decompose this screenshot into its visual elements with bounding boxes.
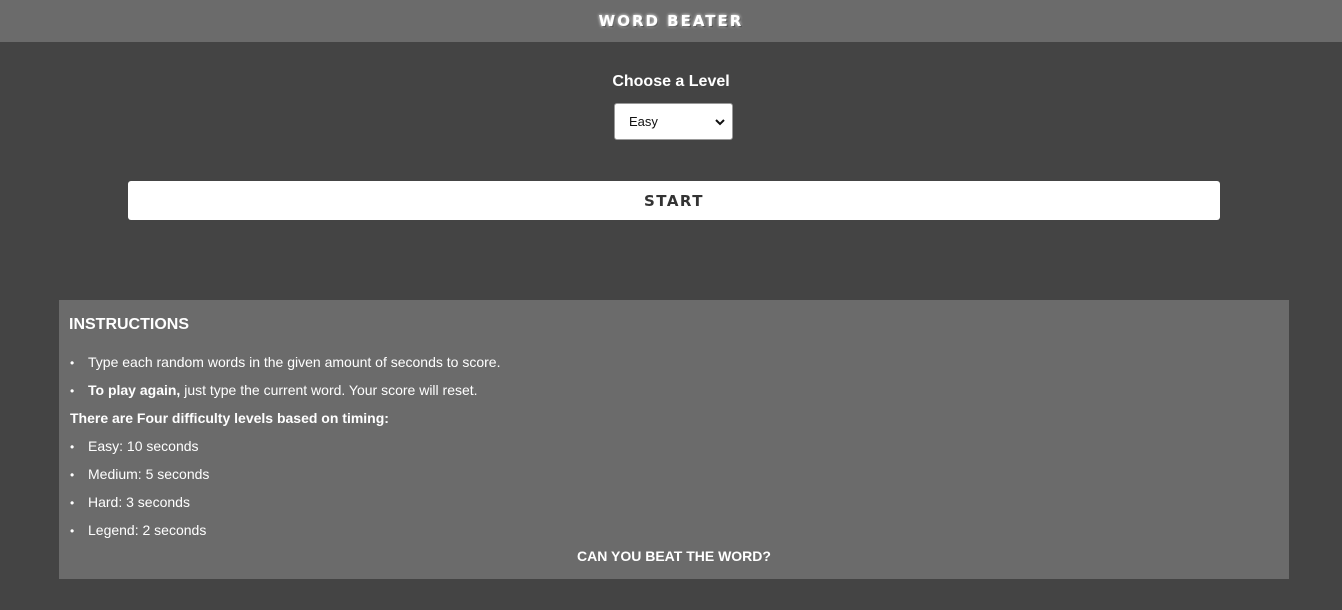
header-bar: WORD BEATER [0, 0, 1342, 42]
bullet-icon: • [70, 496, 75, 510]
rule-text: just type the current word. Your score w… [180, 382, 478, 398]
bullet-icon: • [70, 356, 75, 370]
bullet-icon: • [70, 440, 75, 454]
start-button[interactable]: START [128, 181, 1220, 220]
level-item-text: Medium: 5 seconds [88, 466, 210, 482]
levels-intro: There are Four difficulty levels based o… [70, 410, 389, 426]
rule-text: Type each random words in the given amou… [88, 354, 501, 370]
bullet-icon: • [70, 384, 75, 398]
list-item: • Medium: 5 seconds [70, 465, 209, 484]
level-label: Choose a Level [612, 73, 730, 90]
level-select-value: Easy [629, 114, 658, 129]
instructions-heading: INSTRUCTIONS [69, 316, 189, 333]
bullet-icon: • [70, 524, 75, 538]
list-item: • Easy: 10 seconds [70, 437, 199, 456]
list-item: • Legend: 2 seconds [70, 521, 206, 540]
closing-text: CAN YOU BEAT THE WORD? [577, 548, 771, 564]
list-item: • Hard: 3 seconds [70, 493, 190, 512]
app-title: WORD BEATER [598, 12, 744, 30]
chevron-down-icon [715, 119, 725, 126]
level-item-text: Easy: 10 seconds [88, 438, 199, 454]
level-select[interactable]: Easy [614, 103, 733, 140]
list-item: • To play again, just type the current wo… [70, 381, 478, 400]
instructions-panel: INSTRUCTIONS • Type each random words in … [59, 300, 1289, 579]
list-item: • Type each random words in the given amo… [70, 353, 500, 372]
level-item-text: Hard: 3 seconds [88, 494, 190, 510]
level-item-text: Legend: 2 seconds [88, 522, 207, 538]
bullet-icon: • [70, 468, 75, 482]
rule-bold-text: To play again, [88, 382, 181, 398]
